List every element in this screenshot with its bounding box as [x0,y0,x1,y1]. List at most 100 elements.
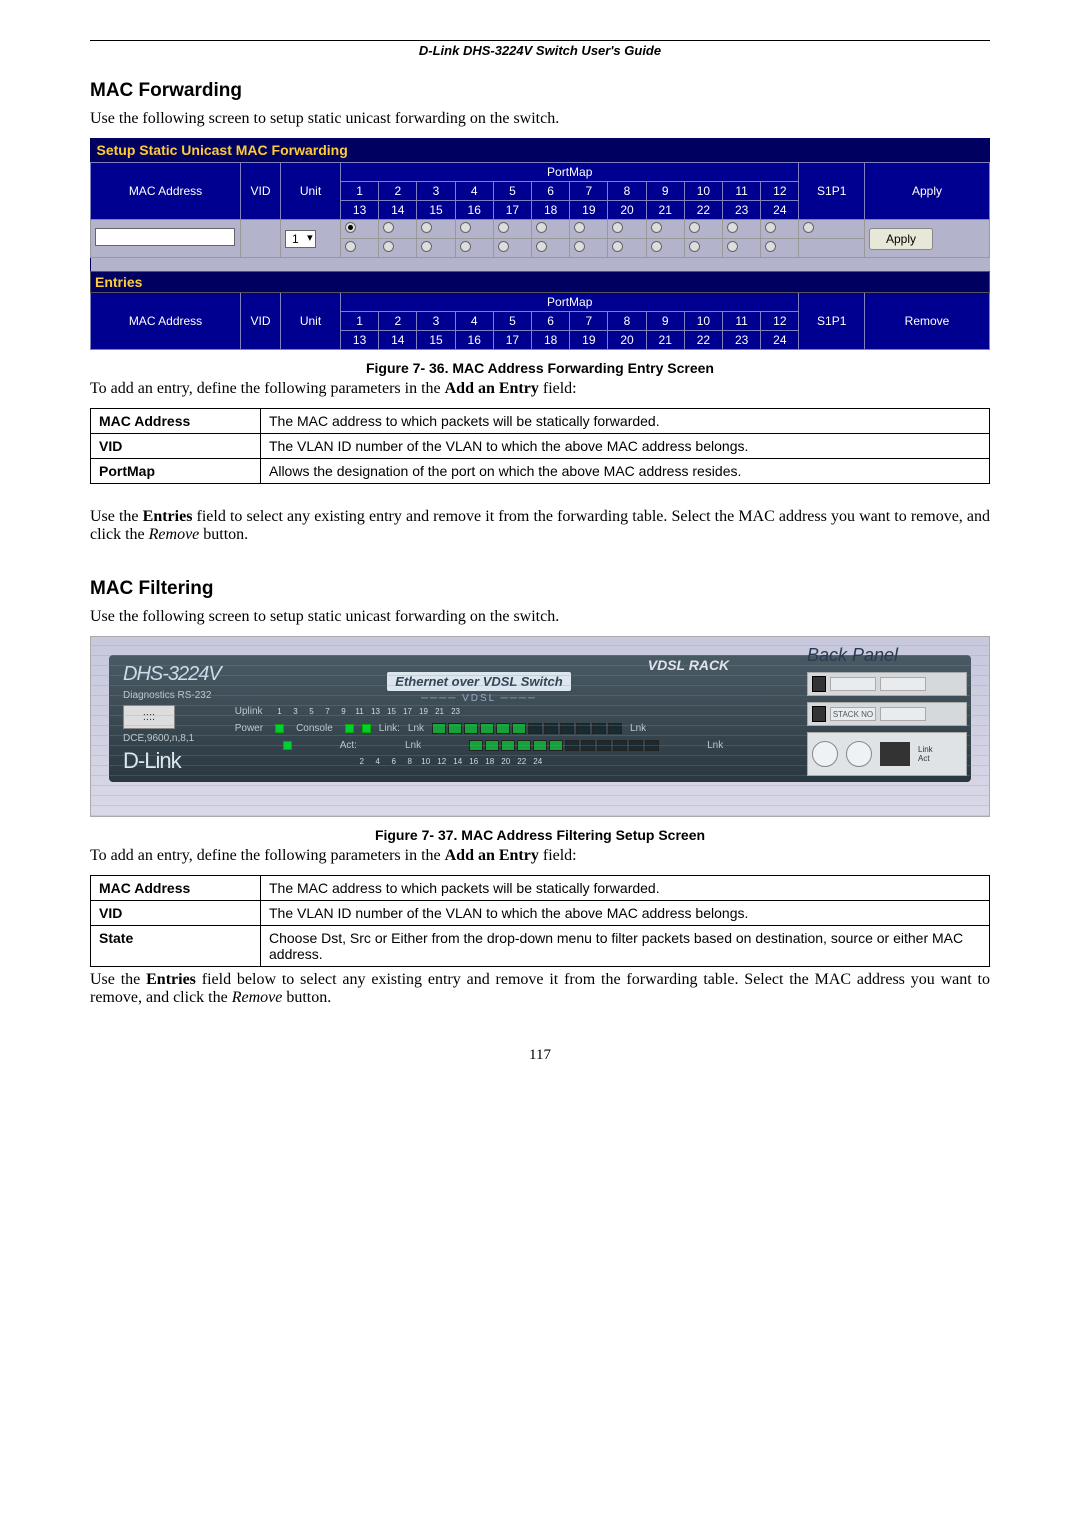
uplink-label: Uplink [235,706,263,717]
port-led-icon [501,740,515,751]
table-row: VID The VLAN ID number of the VLAN to wh… [91,901,990,926]
port-header-cell: 19 [570,201,608,220]
port-radio-8[interactable] [612,222,623,233]
param-key: PortMap [91,459,261,484]
mac-input[interactable] [95,228,235,246]
port-header-cell: 22 [684,331,722,350]
port-led-icon [448,723,462,734]
port-radio-22[interactable] [689,241,700,252]
table-row: MAC Address The MAC address to which pac… [91,409,990,434]
port-number-label: 3 [289,707,303,716]
port-radio-20[interactable] [612,241,623,252]
figure-caption-1: Figure 7- 36. MAC Address Forwarding Ent… [90,360,990,376]
header-rule [90,40,990,41]
device-subtitle: Ethernet over VDSL Switch [387,672,570,691]
port-header-cell: 7 [570,312,608,331]
port-radio-13[interactable] [345,241,356,252]
port-radio-23[interactable] [727,241,738,252]
port-led-icon [549,740,563,751]
port-radio-24[interactable] [765,241,776,252]
port-radio-s1p1a[interactable] [803,222,814,233]
param-val: Allows the designation of the port on wh… [261,459,990,484]
port-header-cell: 1 [341,312,379,331]
port-header-cell: 17 [493,201,531,220]
port-header-cell: 7 [570,182,608,201]
lnk-label-2: Lnk [630,723,646,734]
port-header-cell: 23 [723,331,761,350]
stack-slot-label: STACK NO [830,707,876,721]
port-radio-5[interactable] [498,222,509,233]
port-radio-7[interactable] [574,222,585,233]
lnk-label-3: Lnk [405,740,421,751]
port-radio-11[interactable] [727,222,738,233]
ep2-pre: Use the [90,971,146,988]
entries-col-portmap: PortMap [341,293,799,312]
param-table-2: MAC Address The MAC address to which pac… [90,875,990,967]
port-led-icon [517,740,531,751]
act-label: Act: [340,740,357,751]
port-radio-4[interactable] [460,222,471,233]
port-radio-3[interactable] [421,222,432,233]
port-radio-2[interactable] [383,222,394,233]
figure-caption-2: Figure 7- 37. MAC Address Filtering Setu… [90,827,990,843]
port-number-label: 18 [483,757,497,766]
unit-select[interactable]: 1 [285,230,316,248]
heading-mac-forwarding: MAC Forwarding [90,80,990,102]
param-key: VID [91,434,261,459]
bp-link-act: Link Act [918,745,933,763]
port-number-label: 11 [353,707,367,716]
port-header-cell: 4 [455,312,493,331]
heading-mac-filtering: MAC Filtering [90,578,990,600]
port-number-label: 14 [451,757,465,766]
port-header-cell: 6 [532,312,570,331]
entries-col-vid: VID [241,293,281,350]
port-radio-18[interactable] [536,241,547,252]
port-radio-19[interactable] [574,241,585,252]
port-header-cell: 17 [493,331,531,350]
port-numbers-even: 24681012141618202224 [355,757,545,766]
fan-icon [846,741,872,767]
entries-col-unit: Unit [281,293,341,350]
port-radio-21[interactable] [651,241,662,252]
uplink-led-icon [362,724,371,733]
port-radio-12[interactable] [765,222,776,233]
port-header-cell: 16 [455,201,493,220]
port-led-icon [512,723,526,734]
dce-label: DCE,9600,n,8,1 [123,733,221,744]
entries-col-mac: MAC Address [91,293,241,350]
port-header-cell: 12 [761,312,799,331]
port-header-cell: 10 [684,312,722,331]
port-header-cell: 10 [684,182,722,201]
param-key: VID [91,901,261,926]
port-led-icon [560,723,574,734]
apply-button[interactable]: Apply [869,228,933,250]
add-entry-intro-2: To add an entry, define the following pa… [90,847,990,865]
doc-header: D-Link DHS-3224V Switch User's Guide [90,43,990,58]
port-radio-16[interactable] [460,241,471,252]
port-radio-10[interactable] [689,222,700,233]
port-header-cell: 13 [341,201,379,220]
port-radio-6[interactable] [536,222,547,233]
port-radio-15[interactable] [421,241,432,252]
param-table-1: MAC Address The MAC address to which pac… [90,408,990,484]
port-led-icon [432,723,446,734]
page-number: 117 [90,1047,990,1064]
port-number-label: 10 [419,757,433,766]
uplink-led-icon-2 [283,741,292,750]
rear-connector-icon [880,742,910,766]
back-panel-group: Back Panel STACK NO Link Act [807,645,967,776]
stack-slot-2 [880,677,926,691]
port-led-icon [629,740,643,751]
param-val: The MAC address to which packets will be… [261,409,990,434]
port-header-cell: 24 [761,201,799,220]
port-header-cell: 8 [608,312,646,331]
port-led-icon [464,723,478,734]
param-key: State [91,926,261,967]
entries-col-remove: Remove [865,293,990,350]
port-radio-17[interactable] [498,241,509,252]
col-apply: Apply [865,163,990,220]
port-radio-14[interactable] [383,241,394,252]
port-radio-9[interactable] [651,222,662,233]
port-radio-1[interactable] [345,222,356,233]
bp-bottom-module: Link Act [807,732,967,776]
